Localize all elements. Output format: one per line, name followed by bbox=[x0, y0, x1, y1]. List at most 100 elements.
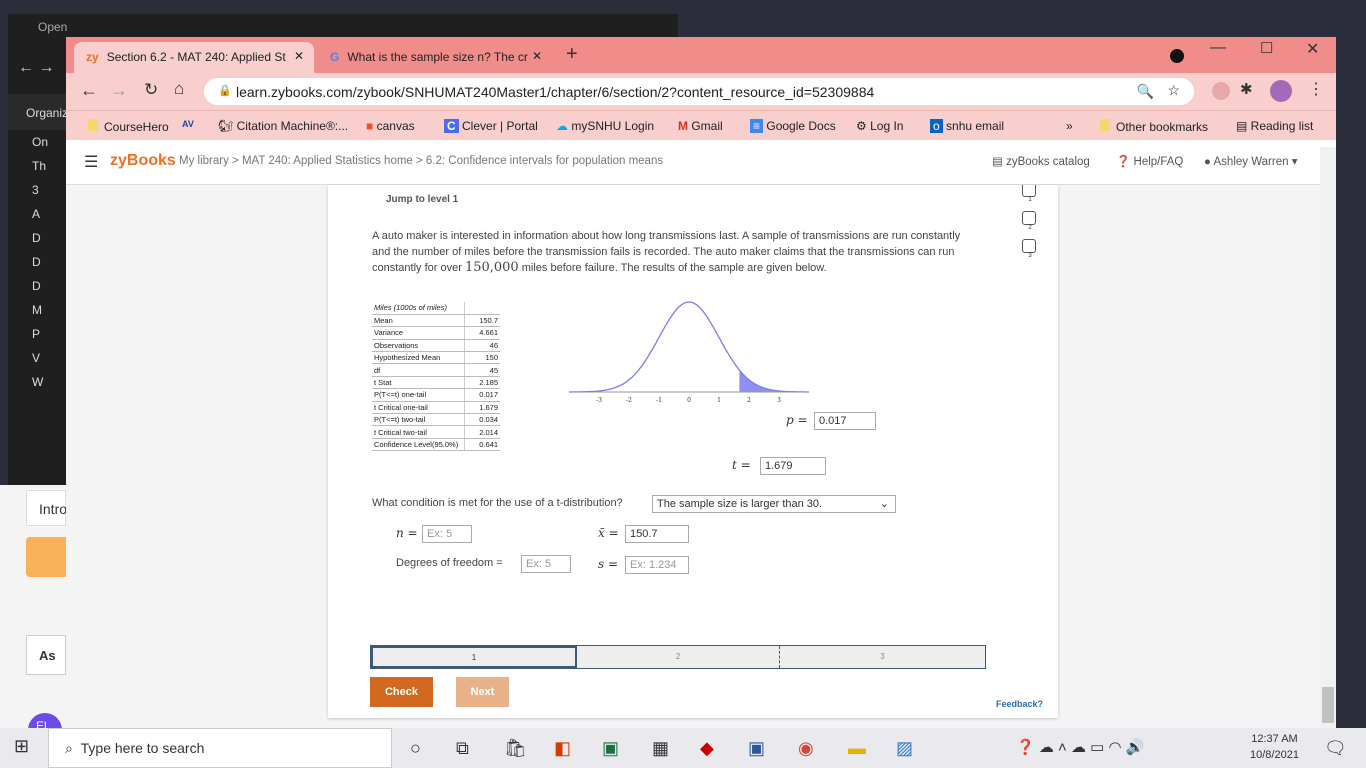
level-3-box[interactable] bbox=[1022, 239, 1036, 253]
xbar-input[interactable]: 150.7 bbox=[625, 525, 689, 543]
bg-item[interactable]: M bbox=[8, 298, 68, 322]
bg-item[interactable]: D bbox=[8, 226, 68, 250]
bookmark-google-docs[interactable]: ≡ Google Docs bbox=[750, 119, 836, 133]
clock[interactable]: 12:37 AM 10/8/2021 bbox=[1250, 731, 1299, 763]
extensions-puzzle-icon[interactable]: ✱ bbox=[1240, 80, 1253, 98]
notifications-icon[interactable]: 🗨 bbox=[1324, 738, 1347, 759]
table-row: Variance 4.661 bbox=[372, 326, 500, 340]
bg-item[interactable]: A bbox=[8, 202, 68, 226]
row-label: P(T<=t) one-tail bbox=[372, 388, 464, 402]
progress-level-2[interactable]: 2 bbox=[577, 646, 780, 668]
zybooks-logo[interactable]: zyBooks bbox=[110, 152, 176, 170]
bookmark-citation[interactable]: 🐿 Citation Machine®:... bbox=[218, 119, 348, 133]
bookmark-mysnhu[interactable]: ☁ mySNHU Login bbox=[556, 119, 654, 133]
tab-google[interactable]: G What is the sample size n? The cr ✕ bbox=[318, 42, 548, 73]
bookmark-login[interactable]: ⚙ Log In bbox=[856, 119, 903, 133]
bg-item[interactable]: W bbox=[8, 370, 68, 394]
home-icon[interactable]: ⌂ bbox=[174, 79, 184, 99]
progress-level-3[interactable]: 3 bbox=[780, 646, 985, 668]
t-value-field[interactable]: 1.679 bbox=[760, 457, 826, 475]
taskbar-search[interactable]: ⌕ Type here to search bbox=[48, 728, 392, 768]
p-value-field[interactable]: 0.017 bbox=[814, 412, 876, 430]
av-bookmark-icon[interactable]: AV bbox=[182, 119, 194, 129]
bookmark-coursehero[interactable]: CourseHero bbox=[88, 119, 169, 134]
bookmark-canvas[interactable]: ■ canvas bbox=[366, 119, 415, 133]
reading-list[interactable]: ▤ Reading list bbox=[1236, 119, 1313, 133]
background-page-peek: Intro As El bbox=[0, 485, 67, 747]
excel-icon[interactable]: ▣ bbox=[602, 738, 619, 759]
bookmark-gmail[interactable]: M Gmail bbox=[678, 119, 723, 133]
condition-select[interactable]: The sample size is larger than 30. ⌄ bbox=[652, 495, 896, 513]
bookmark-clever[interactable]: C Clever | Portal bbox=[444, 119, 538, 133]
forward-icon[interactable]: → bbox=[110, 80, 128, 101]
new-tab-icon[interactable]: + bbox=[566, 43, 578, 66]
file-explorer-icon[interactable]: ▬ bbox=[848, 738, 866, 759]
xbar-label: x̄ = bbox=[598, 526, 619, 540]
tab-search-icon[interactable] bbox=[1170, 49, 1184, 63]
jump-to-level[interactable]: Jump to level 1 bbox=[386, 194, 458, 205]
tab-zybooks[interactable]: zy Section 6.2 - MAT 240: Applied St ✕ bbox=[74, 42, 314, 73]
next-button[interactable]: Next bbox=[456, 677, 509, 707]
tray-icons[interactable]: ❓ ☁ ˄ ☁ ▭ ◠ 🔊 bbox=[1016, 738, 1144, 756]
x-tick-label: 2 bbox=[747, 397, 751, 404]
address-bar[interactable]: 🔒 learn.zybooks.com/zybook/SNHUMAT240Mast… bbox=[204, 78, 1194, 105]
df-input[interactable]: Ex: 5 bbox=[521, 555, 571, 573]
close-window-icon[interactable]: ✕ bbox=[1306, 39, 1319, 59]
word-icon[interactable]: ▣ bbox=[748, 738, 765, 759]
user-menu[interactable]: ● Ashley Warren ▾ bbox=[1204, 154, 1297, 168]
breadcrumb[interactable]: My library > MAT 240: Applied Statistics… bbox=[179, 155, 663, 167]
bookmarks-more[interactable]: » bbox=[1066, 119, 1073, 133]
back-icon[interactable]: ← bbox=[80, 80, 98, 101]
x-tick-label: -1 bbox=[656, 397, 662, 404]
windows-start-icon[interactable]: ⊞ bbox=[14, 736, 29, 757]
bg-item[interactable]: D bbox=[8, 250, 68, 274]
bg-item[interactable]: V bbox=[8, 346, 68, 370]
close-tab-icon[interactable]: ✕ bbox=[527, 49, 542, 63]
store-icon[interactable]: 🛍 bbox=[504, 738, 527, 759]
bg-organize[interactable]: Organiz bbox=[8, 94, 68, 130]
cortana-icon[interactable]: ○ bbox=[410, 738, 421, 759]
condition-question: What condition is met for the use of a t… bbox=[372, 497, 623, 509]
bookmark-snhu-email[interactable]: o snhu email bbox=[930, 119, 1004, 133]
row-value: 0.034 bbox=[463, 413, 500, 427]
extension-icon[interactable] bbox=[1212, 82, 1230, 100]
menu-kebab-icon[interactable]: ⋮ bbox=[1308, 79, 1324, 99]
activity-card: Jump to level 1 1 2 3 A auto maker is in… bbox=[328, 185, 1058, 718]
zoom-icon[interactable]: 🔍 bbox=[1137, 83, 1154, 100]
row-label: df bbox=[372, 363, 464, 377]
check-button[interactable]: Check bbox=[370, 677, 433, 707]
feedback-link[interactable]: Feedback? bbox=[996, 699, 1043, 709]
reload-icon[interactable]: ↻ bbox=[144, 80, 158, 100]
maximize-icon[interactable]: ☐ bbox=[1260, 39, 1273, 57]
task-view-icon[interactable]: ⧉ bbox=[456, 738, 469, 759]
profile-avatar[interactable] bbox=[1270, 80, 1292, 102]
bg-item[interactable]: On bbox=[8, 130, 68, 154]
photos-icon[interactable]: ▨ bbox=[896, 738, 913, 759]
bg-item[interactable]: D bbox=[8, 274, 68, 298]
other-bookmarks[interactable]: Other bookmarks bbox=[1100, 119, 1208, 134]
n-input[interactable]: Ex: 5 bbox=[422, 525, 472, 543]
row-label: t Stat bbox=[372, 376, 464, 390]
close-tab-icon[interactable]: ✕ bbox=[294, 49, 304, 63]
table-row: P(T<=t) one-tail 0.017 bbox=[372, 388, 500, 402]
bg-item[interactable]: Th bbox=[8, 154, 68, 178]
s-input[interactable]: Ex: 1.234 bbox=[625, 556, 689, 574]
bg-item[interactable]: 3 bbox=[8, 178, 68, 202]
level-2-box[interactable] bbox=[1022, 211, 1036, 225]
row-label: Confidence Level(95.0%) bbox=[372, 438, 464, 452]
zybooks-catalog-link[interactable]: ▤ zyBooks catalog bbox=[992, 154, 1090, 168]
page-scrollbar[interactable] bbox=[1320, 147, 1336, 728]
minimize-icon[interactable]: — bbox=[1210, 39, 1226, 57]
bg-item[interactable]: P bbox=[8, 322, 68, 346]
office-icon[interactable]: ◧ bbox=[554, 738, 571, 759]
acrobat-icon[interactable]: ◆ bbox=[700, 738, 714, 759]
hamburger-menu-icon[interactable]: ☰ bbox=[84, 152, 98, 172]
calculator-icon[interactable]: ▦ bbox=[652, 738, 669, 759]
chrome-icon[interactable]: ◉ bbox=[798, 738, 814, 759]
browser-window: zy Section 6.2 - MAT 240: Applied St ✕ G Wh… bbox=[66, 37, 1336, 728]
t-distribution-chart: -3 -2 -1 0 1 2 3 bbox=[569, 301, 809, 404]
bg-sidebar: On Th 3 A D D D M P V W bbox=[8, 130, 68, 394]
progress-level-1[interactable]: 1 bbox=[371, 646, 577, 668]
help-faq-link[interactable]: ❓ Help/FAQ bbox=[1116, 154, 1183, 168]
star-icon[interactable]: ☆ bbox=[1167, 82, 1180, 99]
